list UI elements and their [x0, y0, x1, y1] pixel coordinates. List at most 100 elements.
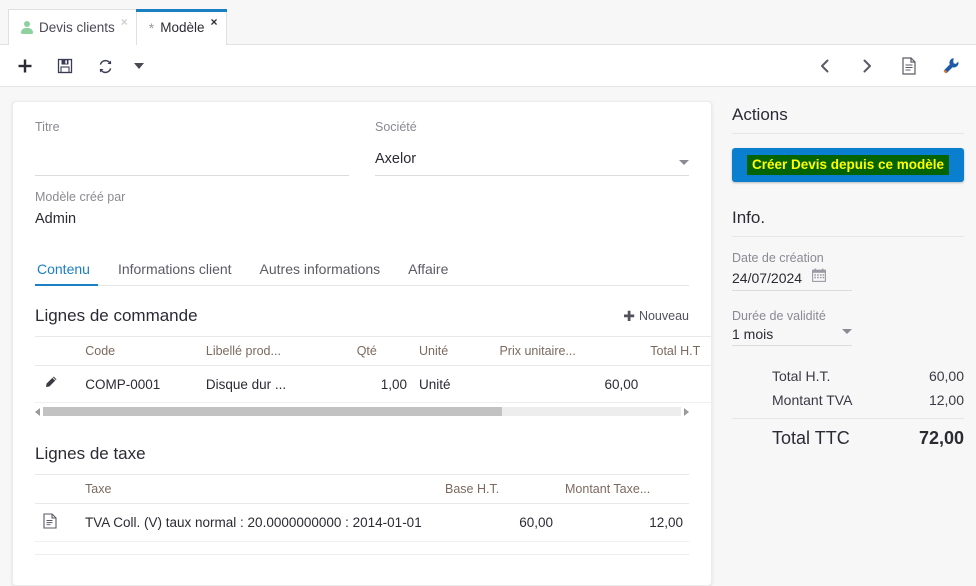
col-taxe[interactable]: Taxe	[79, 474, 439, 504]
scrollbar-thumb[interactable]	[43, 407, 503, 416]
close-icon[interactable]: ×	[211, 16, 218, 28]
tab-label: Informations client	[117, 261, 232, 277]
add-order-line-label: Nouveau	[638, 309, 689, 323]
scroll-right-arrow-icon[interactable]	[684, 407, 689, 416]
col-icon	[35, 336, 80, 366]
toolbar-right-group	[814, 55, 962, 77]
validity-value: 1 mois	[732, 326, 774, 343]
cell-unite: Unité	[413, 365, 494, 403]
add-order-line-button[interactable]: ✚ Nouveau	[623, 309, 689, 323]
field-label: Titre	[35, 120, 60, 134]
sidebar: Actions Créer Devis depuis ce modèle Inf…	[732, 101, 964, 586]
section-lignes-de-commande: Lignes de commande ✚ Nouveau Code Libell…	[35, 306, 711, 418]
col-prix-unitaire[interactable]: Prix unitaire...	[493, 336, 645, 366]
chevron-left-icon[interactable]	[814, 55, 836, 77]
field-label: Société	[375, 120, 417, 134]
tab-label: Autres informations	[259, 261, 381, 277]
section-header: Lignes de taxe	[35, 444, 689, 474]
document-icon[interactable]	[43, 513, 57, 532]
field-label: Date de création	[732, 251, 824, 266]
browser-tab-devis-clients[interactable]: Devis clients ×	[8, 9, 137, 45]
field-underline	[35, 175, 349, 176]
chevron-down-icon[interactable]	[842, 329, 852, 335]
col-unite[interactable]: Unité	[413, 336, 494, 366]
total-amount: 72,00	[918, 428, 964, 449]
pencil-icon[interactable]	[43, 375, 58, 393]
chevron-down-icon[interactable]	[134, 63, 144, 69]
field-spacer	[375, 190, 689, 229]
total-amount: 12,00	[928, 392, 964, 409]
creation-date-value[interactable]: 24/07/2024	[732, 270, 802, 286]
titre-input[interactable]	[35, 151, 349, 169]
tab-informations-client[interactable]: Informations client	[104, 255, 246, 285]
col-montant-taxe[interactable]: Montant Taxe...	[559, 474, 689, 504]
field-titre[interactable]: Titre	[35, 120, 349, 176]
field-date-de-creation[interactable]: Date de création 24/07/2024	[732, 251, 964, 292]
cell-total-ht: 60,00	[644, 365, 711, 403]
date-input-row[interactable]: 24/07/2024	[732, 268, 852, 292]
tab-label: Affaire	[408, 261, 449, 277]
creer-devis-depuis-modele-button[interactable]: Créer Devis depuis ce modèle	[732, 148, 964, 183]
cell-montant-taxe: 12,00	[559, 503, 689, 542]
close-icon[interactable]: ×	[121, 16, 128, 28]
field-modele-cree-par: Modèle créé par Admin	[35, 190, 349, 229]
col-base-ht[interactable]: Base H.T.	[439, 474, 559, 504]
section-title: Lignes de commande	[35, 306, 198, 325]
horizontal-scrollbar[interactable]	[35, 405, 689, 418]
user-icon	[21, 21, 33, 34]
total-label: Montant TVA	[772, 392, 853, 409]
browser-tab-modele[interactable]: * Modèle ×	[135, 9, 227, 46]
field-societe[interactable]: Société Axelor	[375, 120, 689, 176]
table-header-row: Taxe Base H.T. Montant Taxe...	[35, 474, 689, 504]
form-second-row: Modèle créé par Admin	[35, 190, 689, 229]
col-total-ht[interactable]: Total H.T	[644, 336, 711, 366]
tab-label: Contenu	[37, 261, 90, 277]
scroll-left-arrow-icon[interactable]	[35, 407, 40, 416]
table-header-row: Code Libellé prod... Qté Unité Prix unit…	[35, 336, 711, 366]
wrench-icon[interactable]	[940, 55, 962, 77]
created-by-value: Admin	[35, 211, 77, 227]
modified-indicator: *	[148, 19, 155, 36]
field-underline	[375, 175, 689, 176]
row-doc-cell[interactable]	[35, 503, 79, 542]
toolbar	[0, 45, 976, 87]
field-label: Modèle créé par	[35, 190, 126, 204]
calendar-icon[interactable]	[812, 268, 827, 287]
sidebar-actions-title: Actions	[732, 105, 964, 134]
section-lignes-de-taxe: Lignes de taxe Taxe Base H.T. Montant Ta…	[35, 444, 689, 542]
col-qte[interactable]: Qté	[350, 336, 414, 366]
field-duree-de-validite[interactable]: Durée de validité 1 mois	[732, 309, 964, 347]
tab-autres-informations[interactable]: Autres informations	[246, 255, 395, 285]
table-row[interactable]: COMP-0001 Disque dur ... 1,00 Unité 60,0…	[35, 365, 711, 403]
societe-value: Axelor	[375, 151, 417, 167]
browser-tab-label: Modèle	[160, 20, 205, 35]
card-divider	[35, 554, 689, 555]
action-button-label: Créer Devis depuis ce modèle	[746, 155, 950, 176]
refresh-icon[interactable]	[94, 55, 116, 77]
cell-taxe: TVA Coll. (V) taux normal : 20.000000000…	[79, 503, 439, 542]
col-code[interactable]: Code	[79, 336, 200, 366]
chevron-down-icon[interactable]	[679, 160, 689, 165]
scrollbar-track[interactable]	[43, 407, 681, 416]
row-edit-cell[interactable]	[35, 365, 80, 403]
societe-select[interactable]: Axelor	[375, 151, 689, 169]
browser-tab-label: Devis clients	[39, 20, 115, 35]
form-card: Titre Société Axelor Modèle créé par Adm…	[12, 101, 712, 586]
tab-affaire[interactable]: Affaire	[394, 255, 462, 285]
section-header: Lignes de commande ✚ Nouveau	[35, 306, 689, 336]
total-label: Total H.T.	[772, 368, 831, 385]
save-icon[interactable]	[54, 55, 76, 77]
order-lines-grid-viewport: Code Libellé prod... Qté Unité Prix unit…	[35, 336, 711, 403]
plus-icon[interactable]	[14, 55, 36, 77]
tab-contenu[interactable]: Contenu	[35, 255, 104, 286]
chevron-right-icon[interactable]	[856, 55, 878, 77]
document-icon[interactable]	[898, 55, 920, 77]
validity-select[interactable]: 1 mois	[732, 326, 852, 347]
table-row[interactable]: TVA Coll. (V) taux normal : 20.000000000…	[35, 503, 689, 542]
col-libelle[interactable]: Libellé prod...	[199, 336, 351, 366]
toolbar-left-group	[14, 55, 144, 77]
cell-code: COMP-0001	[79, 365, 200, 403]
total-amount: 60,00	[928, 368, 964, 385]
section-title: Lignes de taxe	[35, 444, 146, 463]
plus-icon: ✚	[623, 308, 635, 324]
